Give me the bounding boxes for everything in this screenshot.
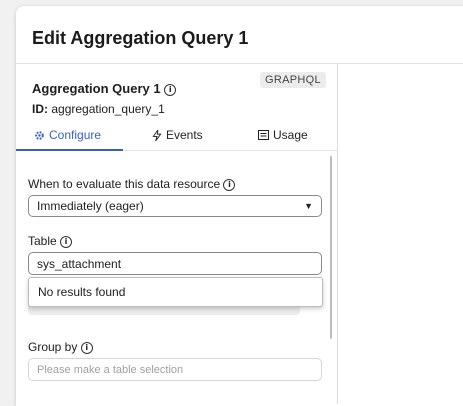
table-label-row: Table i (28, 234, 73, 248)
tab-events-label: Events (166, 128, 203, 142)
info-icon[interactable]: i (164, 84, 177, 96)
tab-usage-label: Usage (273, 128, 308, 142)
info-icon[interactable]: i (223, 179, 236, 191)
list-icon (258, 130, 269, 140)
group-by-input[interactable]: Please make a table selection (28, 358, 322, 381)
evaluate-label-row: When to evaluate this data resource i (28, 177, 236, 191)
tab-configure-label: Configure (49, 128, 102, 142)
edit-dialog: Edit Aggregation Query 1 Aggregation Que… (16, 6, 463, 406)
evaluate-select[interactable]: Immediately (eager) ▼ (28, 195, 322, 217)
tab-bar: Configure Events Usage (16, 126, 337, 151)
active-tab-indicator (16, 149, 123, 151)
panel-divider (337, 64, 338, 404)
tab-events[interactable]: Events (152, 128, 203, 142)
no-results-message: No results found (38, 285, 126, 299)
config-panel: Aggregation Query 1 i GRAPHQL ID: aggreg… (16, 64, 337, 404)
group-by-label-row: Group by i (28, 340, 93, 354)
gear-icon (35, 130, 44, 140)
group-by-placeholder: Please make a table selection (37, 363, 184, 376)
info-icon[interactable]: i (80, 342, 93, 354)
chevron-down-icon: ▼ (304, 201, 313, 211)
evaluate-select-value: Immediately (eager) (37, 199, 144, 213)
tab-usage[interactable]: Usage (258, 128, 308, 142)
bolt-icon (152, 129, 162, 141)
resource-id: ID: aggregation_query_1 (32, 102, 165, 116)
evaluate-label: When to evaluate this data resource (28, 177, 221, 191)
resource-id-label: ID: (32, 102, 48, 116)
resource-name: Aggregation Query 1 (32, 81, 161, 96)
tab-configure[interactable]: Configure (34, 128, 101, 142)
resource-id-value: aggregation_query_1 (51, 102, 165, 116)
table-input[interactable]: sys_attachment (28, 252, 322, 275)
resource-type-badge: GRAPHQL (260, 72, 326, 88)
info-icon[interactable]: i (60, 236, 73, 248)
table-label: Table (28, 234, 57, 248)
panel-scrollbar[interactable] (330, 156, 332, 339)
dialog-title: Edit Aggregation Query 1 (32, 28, 249, 48)
resource-name-row: Aggregation Query 1 i (32, 81, 177, 96)
table-dropdown: No results found (28, 277, 323, 307)
table-input-value: sys_attachment (37, 256, 122, 271)
group-by-label: Group by (28, 340, 78, 354)
